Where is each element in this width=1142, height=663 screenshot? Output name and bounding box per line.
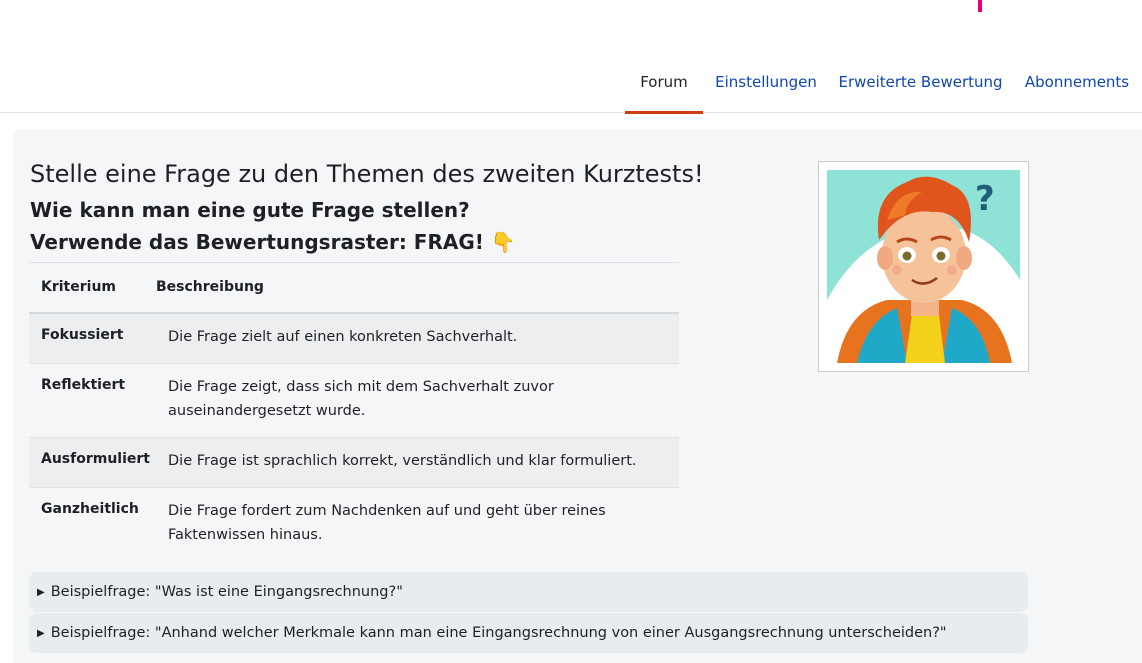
description-cell: Die Frage ist sprachlich korrekt, verstä… <box>156 437 679 487</box>
tab-erweiterte-bewertung[interactable]: Erweiterte Bewertung <box>829 56 1012 113</box>
description-cell: Die Frage zielt auf einen konkreten Sach… <box>156 313 679 364</box>
caret-right-icon: ▶ <box>37 587 45 598</box>
thinking-boy-illustration: ? <box>818 161 1029 372</box>
table-row: Reflektiert Die Frage zeigt, dass sich m… <box>29 363 679 437</box>
criterion-label: Fokussiert <box>41 326 124 343</box>
rubric-heading: Verwende das Bewertungsraster: FRAG! 👇 <box>30 230 516 254</box>
table-header-row: Kriterium Beschreibung <box>29 262 679 313</box>
boy-illustration-icon: ? <box>827 170 1020 363</box>
description-text: Die Frage fordert zum Nachdenken auf und… <box>168 502 606 543</box>
intro-title: Stelle eine Frage zu den Themen des zwei… <box>30 160 704 188</box>
caret-right-icon: ▶ <box>37 628 45 639</box>
secondary-navigation: Forum Einstellungen Erweiterte Bewertung… <box>0 56 1142 114</box>
table-row: Fokussiert Die Frage zielt auf einen kon… <box>29 312 679 364</box>
example-question-label: Beispielfrage: "Anhand welcher Merkmale … <box>50 625 947 641</box>
tab-abonnements[interactable]: Abonnements <box>1012 56 1142 113</box>
intro-subtitle: Wie kann man eine gute Frage stellen? <box>30 198 470 222</box>
rubric-heading-text: Verwende das Bewertungsraster: FRAG! <box>30 230 484 254</box>
table-row: Ganzheitlich Die Frage fordert zum Nachd… <box>29 487 679 561</box>
rubric-table: Kriterium Beschreibung Fokussiert Die Fr… <box>29 262 679 561</box>
criterion-cell: Ausformuliert <box>29 437 156 487</box>
question-mark-icon: ? <box>975 179 995 219</box>
tab-einstellungen[interactable]: Einstellungen <box>703 56 829 113</box>
example-question-toggle[interactable]: ▶ Beispielfrage: "Anhand welcher Merkmale… <box>29 613 1028 653</box>
example-question-toggle[interactable]: ▶ Beispielfrage: "Was ist eine Eingangsre… <box>29 572 1028 612</box>
criterion-label: Ganzheitlich <box>41 500 139 517</box>
column-header-description: Beschreibung <box>156 279 264 295</box>
example-question-label: Beispielfrage: "Was ist eine Eingangsrec… <box>50 584 403 600</box>
description-text: Die Frage zeigt, dass sich mit dem Sachv… <box>168 378 554 419</box>
description-text: Die Frage zielt auf einen konkreten Sach… <box>168 328 518 345</box>
criterion-label: Reflektiert <box>41 376 126 393</box>
table-row: Ausformuliert Die Frage ist sprachlich k… <box>29 437 679 487</box>
pointing-down-icon: 👇 <box>490 230 516 254</box>
description-cell: Die Frage zeigt, dass sich mit dem Sachv… <box>156 363 679 437</box>
criterion-label: Ausformuliert <box>41 450 150 467</box>
description-cell: Die Frage fordert zum Nachdenken auf und… <box>156 487 679 561</box>
brand-accent-mark <box>978 0 982 12</box>
criterion-cell: Ganzheitlich <box>29 487 156 561</box>
criterion-cell: Reflektiert <box>29 363 156 437</box>
tab-forum[interactable]: Forum <box>625 56 703 114</box>
column-header-criterion: Kriterium <box>41 279 116 295</box>
description-text: Die Frage ist sprachlich korrekt, verstä… <box>168 452 637 469</box>
criterion-cell: Fokussiert <box>29 313 156 364</box>
